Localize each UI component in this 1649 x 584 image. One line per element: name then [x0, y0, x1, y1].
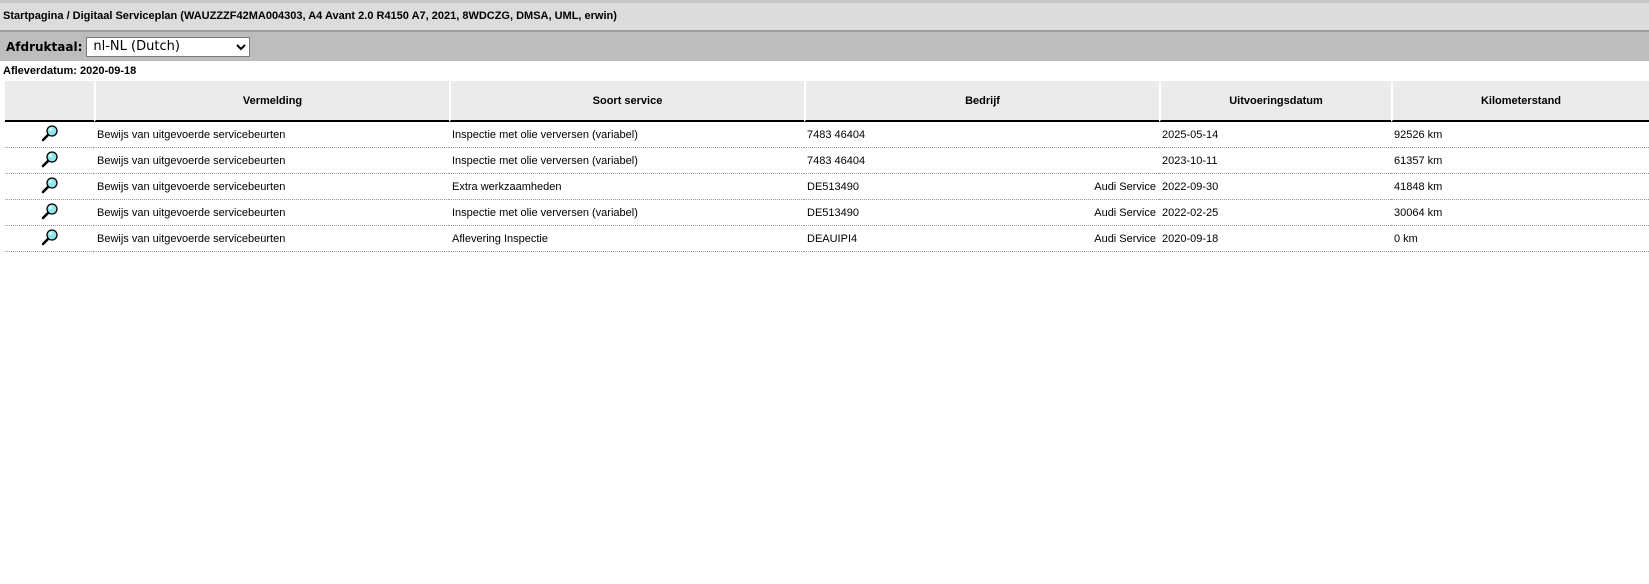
cell-uitvoeringsdatum: 2023-10-11	[1159, 148, 1391, 174]
header-uitvoeringsdatum: Uitvoeringsdatum	[1159, 81, 1391, 122]
table-row: Bewijs van uitgevoerde servicebeurten Ins…	[5, 122, 1649, 148]
cell-vermelding: Bewijs van uitgevoerde servicebeurten	[94, 200, 449, 226]
magnifier-icon[interactable]	[41, 228, 59, 249]
table-row: Bewijs van uitgevoerde servicebeurten Ext…	[5, 174, 1649, 200]
cell-bedrijf: DE513490 Audi Service	[804, 200, 1159, 226]
language-bar: Afdruktaal: nl-NL (Dutch)	[0, 32, 1649, 61]
magnifier-icon[interactable]	[41, 150, 59, 171]
row-action-cell	[5, 148, 94, 174]
service-table: Vermelding Soort service Bedrijf Uitvoer…	[5, 81, 1649, 252]
cell-uitvoeringsdatum: 2020-09-18	[1159, 226, 1391, 252]
cell-kilometerstand: 92526 km	[1391, 122, 1649, 148]
table-row: Bewijs van uitgevoerde servicebeurten Afl…	[5, 226, 1649, 252]
cell-uitvoeringsdatum: 2022-09-30	[1159, 174, 1391, 200]
magnifier-icon[interactable]	[41, 176, 59, 197]
cell-uitvoeringsdatum: 2025-05-14	[1159, 122, 1391, 148]
company-name: Audi Service	[1094, 232, 1156, 245]
header-bedrijf: Bedrijf	[804, 81, 1159, 122]
cell-bedrijf: DE513490 Audi Service	[804, 174, 1159, 200]
magnifier-icon[interactable]	[41, 124, 59, 145]
service-table-container: Vermelding Soort service Bedrijf Uitvoer…	[0, 81, 1649, 252]
table-row: Bewijs van uitgevoerde servicebeurten Ins…	[5, 148, 1649, 174]
company-id: 7483 46404	[807, 154, 866, 167]
cell-kilometerstand: 41848 km	[1391, 174, 1649, 200]
row-action-cell	[5, 122, 94, 148]
company-id: 7483 46404	[807, 128, 866, 141]
cell-bedrijf: DEAUIPI4 Audi Service	[804, 226, 1159, 252]
cell-vermelding: Bewijs van uitgevoerde servicebeurten	[94, 174, 449, 200]
cell-soort-service: Inspectie met olie verversen (variabel)	[449, 200, 804, 226]
cell-uitvoeringsdatum: 2022-02-25	[1159, 200, 1391, 226]
cell-bedrijf: 7483 46404	[804, 148, 1159, 174]
header-vermelding: Vermelding	[94, 81, 449, 122]
delivery-date: Afleverdatum: 2020-09-18	[3, 65, 137, 77]
header-icon-column	[5, 81, 94, 122]
cell-soort-service: Aflevering Inspectie	[449, 226, 804, 252]
breadcrumb: Startpagina / Digitaal Serviceplan (WAUZ…	[0, 3, 1649, 32]
magnifier-icon[interactable]	[41, 202, 59, 223]
language-label: Afdruktaal:	[6, 39, 83, 54]
table-header-row: Vermelding Soort service Bedrijf Uitvoer…	[5, 81, 1649, 122]
row-action-cell	[5, 174, 94, 200]
cell-kilometerstand: 0 km	[1391, 226, 1649, 252]
company-name: Audi Service	[1094, 180, 1156, 193]
company-id: DE513490	[807, 180, 859, 193]
cell-soort-service: Inspectie met olie verversen (variabel)	[449, 148, 804, 174]
cell-vermelding: Bewijs van uitgevoerde servicebeurten	[94, 148, 449, 174]
company-id: DEAUIPI4	[807, 232, 858, 245]
cell-kilometerstand: 61357 km	[1391, 148, 1649, 174]
header-soort-service: Soort service	[449, 81, 804, 122]
cell-kilometerstand: 30064 km	[1391, 200, 1649, 226]
cell-soort-service: Inspectie met olie verversen (variabel)	[449, 122, 804, 148]
table-row: Bewijs van uitgevoerde servicebeurten Ins…	[5, 200, 1649, 226]
cell-vermelding: Bewijs van uitgevoerde servicebeurten	[94, 122, 449, 148]
header-kilometerstand: Kilometerstand	[1391, 81, 1649, 122]
language-select[interactable]: nl-NL (Dutch)	[86, 36, 251, 57]
company-name: Audi Service	[1094, 206, 1156, 219]
cell-bedrijf: 7483 46404	[804, 122, 1159, 148]
company-id: DE513490	[807, 206, 859, 219]
cell-soort-service: Extra werkzaamheden	[449, 174, 804, 200]
cell-vermelding: Bewijs van uitgevoerde servicebeurten	[94, 226, 449, 252]
row-action-cell	[5, 200, 94, 226]
row-action-cell	[5, 226, 94, 252]
